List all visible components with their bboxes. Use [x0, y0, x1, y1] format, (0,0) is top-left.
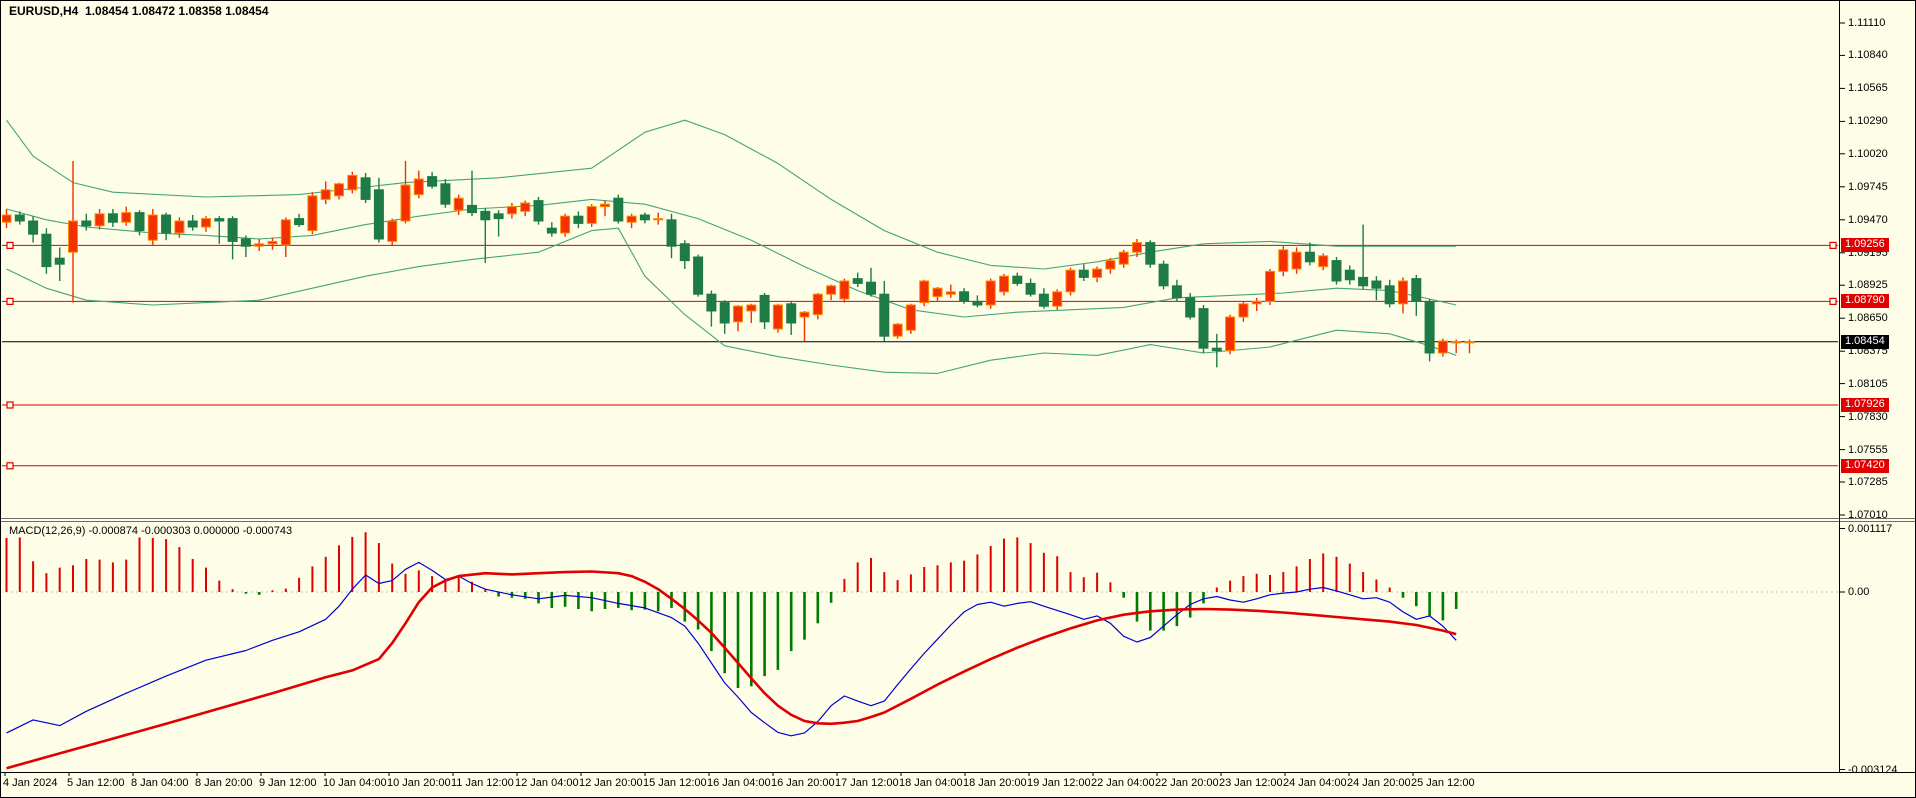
candle — [1146, 240, 1155, 268]
time-tick-label: 15 Jan 12:00 — [643, 777, 707, 789]
candle — [1066, 268, 1075, 296]
chart-canvas — [1, 1, 1916, 798]
time-tick-label: 5 Jan 12:00 — [67, 777, 125, 789]
candle — [1000, 274, 1009, 296]
price-tick-label: 1.10020 — [1848, 148, 1888, 160]
candle — [1425, 299, 1434, 361]
price-tick-label: 1.08925 — [1848, 279, 1888, 291]
level-price-tag[interactable]: 1.07420 — [1841, 459, 1889, 473]
time-tick-label: 18 Jan 20:00 — [963, 777, 1027, 789]
time-tick-label: 9 Jan 12:00 — [259, 777, 317, 789]
time-tick-label: 25 Jan 12:00 — [1411, 777, 1475, 789]
time-tick-label: 16 Jan 04:00 — [707, 777, 771, 789]
chart-window: EURUSD,H4 1.08454 1.08472 1.08358 1.0845… — [0, 0, 1916, 798]
macd-tick-label: -0.003124 — [1848, 764, 1898, 776]
candle — [614, 195, 623, 224]
candle — [840, 279, 849, 303]
line-anchor-handle[interactable] — [7, 298, 13, 304]
candle — [920, 280, 929, 306]
candle — [348, 172, 357, 194]
candle — [361, 173, 370, 203]
line-anchor-handle[interactable] — [7, 402, 13, 408]
price-tick-label: 1.07830 — [1848, 411, 1888, 423]
candle — [1279, 245, 1288, 276]
time-tick-label: 12 Jan 04:00 — [515, 777, 579, 789]
level-price-tag[interactable]: 1.08790 — [1841, 294, 1889, 308]
candle — [906, 304, 915, 334]
time-tick-label: 23 Jan 12:00 — [1219, 777, 1283, 789]
price-tick-label: 1.09745 — [1848, 181, 1888, 193]
time-tick-label: 4 Jan 2024 — [3, 777, 57, 789]
candle — [893, 323, 902, 339]
candle — [1266, 269, 1275, 305]
candle — [1159, 261, 1168, 290]
current-price-tag[interactable]: 1.08454 — [1841, 335, 1889, 349]
price-tick-label: 1.11110 — [1848, 17, 1885, 29]
price-tick-label: 1.09470 — [1848, 214, 1888, 226]
time-tick-label: 8 Jan 20:00 — [195, 777, 253, 789]
macd-tick-label: 0.00 — [1848, 586, 1869, 598]
level-price-tag[interactable]: 1.07926 — [1841, 398, 1889, 412]
candle — [1226, 315, 1235, 355]
price-tick-label: 1.07010 — [1848, 509, 1888, 521]
time-tick-label: 11 Jan 12:00 — [451, 777, 514, 789]
candle — [587, 204, 596, 227]
time-tick-label: 24 Jan 20:00 — [1347, 777, 1411, 789]
macd-tick-label: 0.001117 — [1848, 523, 1892, 535]
time-tick-label: 10 Jan 04:00 — [323, 777, 387, 789]
symbol-ohlc-title: EURUSD,H4 1.08454 1.08472 1.08358 1.0845… — [9, 5, 269, 17]
candle — [534, 197, 543, 225]
time-tick-label: 19 Jan 12:00 — [1027, 777, 1091, 789]
price-tick-label: 1.08105 — [1848, 378, 1888, 390]
price-tick-label: 1.10290 — [1848, 115, 1888, 127]
candle — [1332, 257, 1341, 285]
price-tick-label: 1.10840 — [1848, 49, 1888, 61]
time-tick-label: 8 Jan 04:00 — [131, 777, 189, 789]
time-tick-label: 12 Jan 20:00 — [579, 777, 643, 789]
candle — [694, 255, 703, 297]
price-tick-label: 1.07285 — [1848, 476, 1888, 488]
time-tick-label: 10 Jan 20:00 — [387, 777, 451, 789]
level-price-tag[interactable]: 1.09256 — [1841, 238, 1889, 252]
line-anchor-handle[interactable] — [1830, 298, 1836, 304]
candle — [1199, 305, 1208, 353]
line-anchor-handle[interactable] — [7, 242, 13, 248]
candle — [42, 228, 51, 274]
candle — [308, 192, 317, 234]
time-tick-label: 18 Jan 04:00 — [899, 777, 963, 789]
price-tick-label: 1.07555 — [1848, 444, 1888, 456]
time-tick-label: 24 Jan 04:00 — [1283, 777, 1347, 789]
candle — [986, 279, 995, 309]
macd-indicator-label: MACD(12,26,9) -0.000874 -0.000303 0.0000… — [9, 525, 292, 537]
candle — [773, 304, 782, 333]
chart-background — [1, 1, 1916, 798]
time-tick-label: 17 Jan 12:00 — [835, 777, 899, 789]
time-tick-label: 22 Jan 20:00 — [1155, 777, 1219, 789]
price-tick-label: 1.08650 — [1848, 312, 1888, 324]
candle — [561, 214, 570, 237]
line-anchor-handle[interactable] — [1830, 242, 1836, 248]
time-tick-label: 22 Jan 04:00 — [1091, 777, 1155, 789]
time-tick-label: 16 Jan 20:00 — [771, 777, 835, 789]
line-anchor-handle[interactable] — [7, 463, 13, 469]
price-tick-label: 1.10565 — [1848, 82, 1888, 94]
candle — [441, 179, 450, 208]
